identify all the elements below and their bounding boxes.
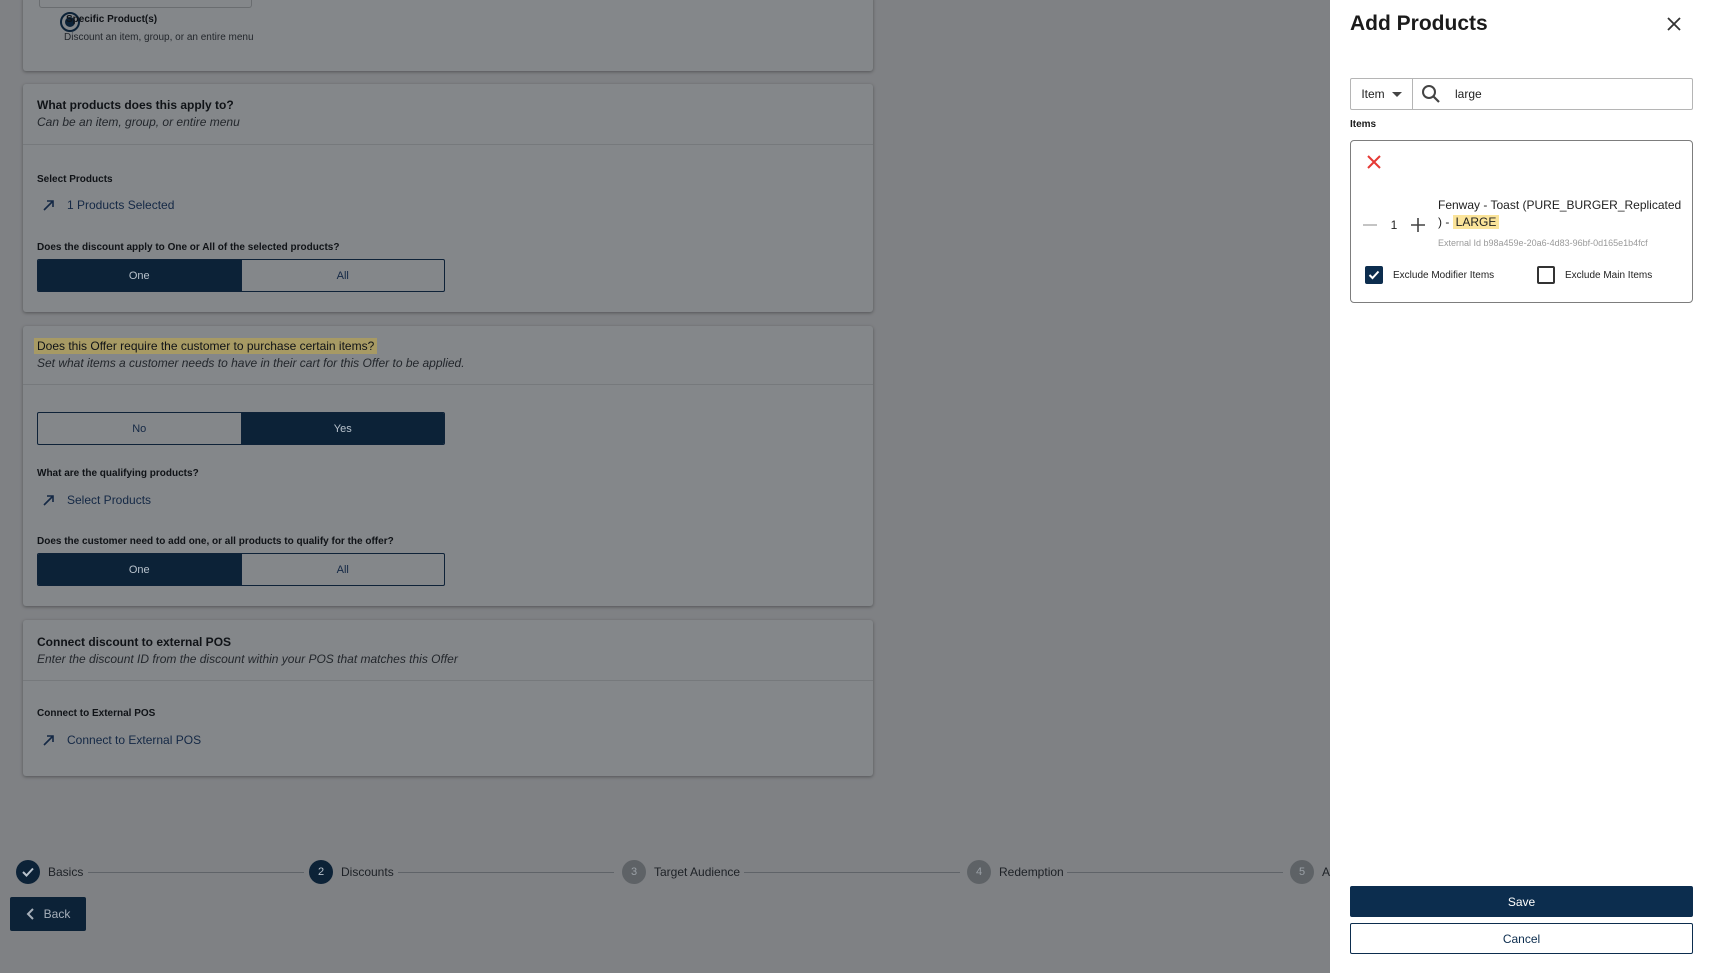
exclude-main-checkbox[interactable] (1537, 266, 1555, 284)
plus-icon (1411, 218, 1425, 232)
step-discounts-label: Discounts (341, 865, 394, 879)
step-target-audience-number: 3 (622, 860, 646, 884)
increase-quantity-button[interactable] (1409, 216, 1427, 234)
wizard-stepper: Basics 2 Discounts 3 Target Audience 4 R… (0, 840, 1336, 900)
step-redemption-label: Redemption (999, 865, 1064, 879)
search-icon (1422, 85, 1440, 103)
product-type-value: Item (1361, 87, 1385, 101)
select-products-label: Select Products (37, 174, 113, 185)
qualify-all-option[interactable]: All (240, 554, 445, 585)
save-button[interactable]: Save (1350, 886, 1693, 917)
search-input[interactable] (1455, 87, 1675, 101)
close-icon (1667, 17, 1681, 31)
selected-item-card: 1 Fenway - Toast (PURE_BURGER_Replicated… (1350, 140, 1693, 303)
offer-editor-page: Specific Product(s) Discount an item, gr… (0, 0, 1336, 973)
arrow-up-right-icon (43, 200, 54, 211)
step-target-audience-label: Target Audience (654, 865, 741, 879)
exclude-modifier-option[interactable]: Exclude Modifier Items (1365, 266, 1494, 284)
products-selected-text: 1 Products Selected (67, 198, 175, 212)
exclude-modifier-checkbox[interactable] (1365, 266, 1383, 284)
qualifying-products-label: What are the qualifying products? (37, 468, 199, 479)
connect-external-pos-link[interactable]: Connect to External POS (41, 732, 201, 748)
panel-title: Add Products (1350, 12, 1488, 35)
item-name: Fenway - Toast (PURE_BURGER_Replicated )… (1438, 197, 1688, 231)
qualify-question: Does the customer need to add one, or al… (37, 536, 394, 547)
minus-icon (1363, 224, 1377, 226)
require-yes-option[interactable]: Yes (240, 413, 444, 444)
step-target-audience[interactable]: 3 Target Audience (622, 860, 740, 884)
search-box (1413, 78, 1693, 110)
external-pos-title: Connect discount to external POS (37, 635, 232, 649)
connect-external-pos-text: Connect to External POS (67, 733, 202, 747)
qualify-one-option[interactable]: One (38, 554, 241, 585)
require-purchase-subtitle: Set what items a customer needs to have … (37, 356, 465, 370)
require-purchase-title: Does this Offer require the customer to … (34, 338, 378, 354)
require-purchase-toggle: No Yes (37, 412, 445, 445)
check-icon (16, 860, 40, 884)
apply-products-subtitle: Can be an item, group, or entire menu (37, 115, 240, 129)
qualify-scope-toggle: One All (37, 553, 445, 586)
close-icon (1367, 155, 1381, 169)
select-qualifying-products-link[interactable]: Select Products (41, 492, 151, 508)
external-pos-card: Connect discount to external POS Enter t… (23, 620, 873, 776)
quantity-stepper: 1 (1361, 216, 1427, 234)
caret-down-icon (1391, 91, 1402, 97)
close-button[interactable] (1664, 14, 1684, 34)
exclude-main-option[interactable]: Exclude Main Items (1537, 266, 1652, 284)
item-name-highlight: LARGE (1452, 215, 1500, 229)
check-icon (1368, 270, 1380, 280)
support-tab[interactable] (39, 0, 252, 8)
products-selected-link[interactable]: 1 Products Selected (41, 197, 174, 213)
exclude-main-label: Exclude Main Items (1565, 269, 1653, 281)
add-products-panel: Add Products Item Items 1 Fenway - Toa (1330, 0, 1710, 973)
external-pos-subtitle: Enter the discount ID from the discount … (37, 652, 458, 666)
require-no-option[interactable]: No (38, 413, 241, 444)
external-pos-label: Connect to External POS (37, 708, 156, 719)
arrow-up-right-icon (43, 495, 54, 506)
back-button-label: Back (43, 907, 71, 921)
product-search-row: Item (1350, 78, 1693, 110)
specific-products-subtitle: Discount an item, group, or an entire me… (64, 32, 254, 43)
decrease-quantity-button[interactable] (1361, 216, 1379, 234)
step-discounts-number: 2 (309, 860, 333, 884)
arrow-up-right-icon (43, 735, 54, 746)
back-button[interactable]: Back (10, 897, 86, 931)
apply-all-option[interactable]: All (240, 260, 445, 291)
specific-products-title: Specific Product(s) (66, 14, 158, 25)
quantity-value: 1 (1390, 218, 1398, 232)
apply-one-option[interactable]: One (38, 260, 241, 291)
require-purchase-title-text: Does this Offer require the customer to … (34, 338, 378, 354)
item-external-id: External Id b98a459e-20a6-4d83-96bf-0d16… (1438, 238, 1648, 248)
step-five-number: 5 (1290, 860, 1314, 884)
chevron-left-icon (26, 908, 34, 920)
items-label: Items (1350, 119, 1377, 130)
apply-question: Does the discount apply to One or All of… (37, 242, 340, 253)
step-redemption[interactable]: 4 Redemption (967, 860, 1064, 884)
step-basics-label: Basics (48, 865, 84, 879)
exclude-modifier-label: Exclude Modifier Items (1393, 269, 1495, 281)
apply-products-card: What products does this apply to? Can be… (23, 84, 873, 312)
remove-item-button[interactable] (1363, 151, 1385, 173)
apply-products-title: What products does this apply to? (37, 98, 234, 112)
require-purchase-card: Does this Offer require the customer to … (23, 326, 873, 606)
discount-type-card: Specific Product(s) Discount an item, gr… (23, 0, 873, 71)
step-basics[interactable]: Basics (16, 860, 83, 884)
select-qualifying-products-text: Select Products (67, 493, 152, 507)
product-type-select[interactable]: Item (1350, 78, 1413, 110)
step-redemption-number: 4 (967, 860, 991, 884)
apply-scope-toggle: One All (37, 259, 445, 292)
step-discounts[interactable]: 2 Discounts (309, 860, 394, 884)
step-five[interactable]: 5 Av (1290, 860, 1336, 884)
cancel-button[interactable]: Cancel (1350, 923, 1693, 954)
